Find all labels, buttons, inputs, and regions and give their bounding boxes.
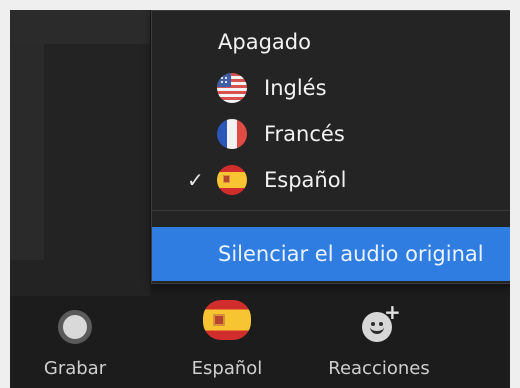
mute-original-audio-label: Silenciar el audio original (218, 242, 484, 266)
reaction-right-eye (379, 322, 383, 326)
language-option-french[interactable]: Francés (152, 111, 513, 157)
bottom-toolbar: Grabar Español + Reacciones (0, 296, 520, 388)
language-option-spanish[interactable]: ✓ Español (152, 157, 513, 203)
reactions-button[interactable]: + Reacciones (309, 296, 449, 388)
language-option-english-label: Inglés (264, 76, 327, 100)
language-option-spanish-label: Español (264, 168, 347, 192)
record-icon-wrapper (58, 310, 92, 344)
reaction-left-eye (371, 322, 375, 326)
record-button-label: Grabar (43, 358, 107, 379)
left-inner-strip (10, 44, 44, 260)
left-top-strip (10, 10, 150, 44)
interpretation-language-button-label: Español (191, 358, 263, 379)
us-flag-stars (220, 76, 228, 84)
language-option-off[interactable]: Apagado (152, 19, 513, 65)
language-option-english[interactable]: Inglés (152, 65, 513, 111)
reactions-button-label: Reacciones (328, 358, 430, 379)
mute-original-audio-option[interactable]: Silenciar el audio original (152, 227, 513, 281)
spain-flag-icon (217, 165, 247, 195)
checkmark-icon: ✓ (187, 168, 204, 192)
language-option-french-label: Francés (264, 122, 345, 146)
plus-icon: + (384, 300, 401, 324)
screen: Apagado Inglés Francés ✓ Español Silenci… (0, 0, 520, 388)
interpretation-language-menu: Apagado Inglés Francés ✓ Español Silenci… (151, 10, 514, 284)
spain-flag-emblem (223, 175, 230, 183)
france-flag-icon (217, 119, 247, 149)
language-option-off-label: Apagado (218, 30, 311, 54)
menu-divider (152, 210, 513, 211)
reaction-icon-wrapper: + (362, 302, 401, 344)
record-button[interactable]: Grabar (5, 296, 145, 388)
interpretation-language-button[interactable]: Español (157, 296, 297, 388)
us-flag-icon (217, 73, 247, 103)
record-icon (58, 310, 92, 344)
reaction-smile (370, 327, 384, 334)
spain-flag-emblem (213, 314, 225, 326)
spain-flag-icon (203, 300, 251, 340)
